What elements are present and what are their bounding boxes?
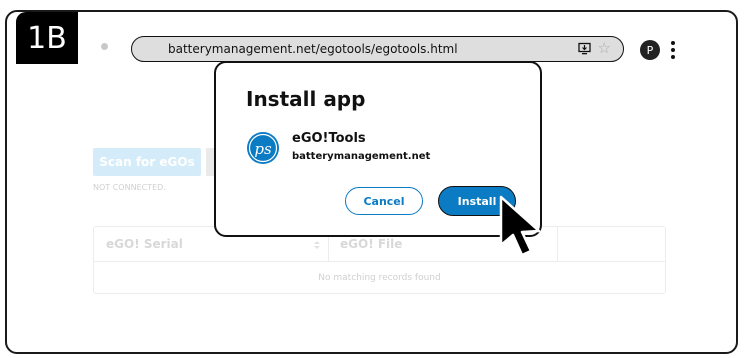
install-app-icon[interactable]: [578, 42, 591, 55]
scan-for-egos-button[interactable]: Scan for eGOs: [93, 148, 201, 176]
kebab-menu-icon[interactable]: [670, 40, 676, 60]
dialog-title: Install app: [246, 87, 366, 111]
app-logo-icon: ps: [247, 132, 279, 164]
cancel-button[interactable]: Cancel: [345, 187, 423, 215]
bookmark-star-icon[interactable]: ☆: [598, 39, 611, 57]
connection-status: NOT CONNECTED.: [93, 183, 166, 192]
profile-avatar[interactable]: P: [640, 40, 660, 60]
app-name: eGO!Tools: [292, 131, 366, 146]
empty-table-message: No matching records found: [318, 273, 441, 283]
column-divider: [557, 227, 558, 261]
url-text[interactable]: batterymanagement.net/egotools/egotools.…: [168, 42, 458, 56]
tab-indicator-dot: [101, 43, 108, 50]
address-bar[interactable]: batterymanagement.net/egotools/egotools.…: [131, 36, 624, 62]
app-domain: batterymanagement.net: [292, 151, 431, 162]
install-app-dialog: Install app ps eGO!Tools batterymanageme…: [214, 61, 542, 237]
mouse-pointer-icon: [499, 195, 541, 257]
sort-icon[interactable]: [314, 241, 320, 249]
column-header-file[interactable]: eGO! File: [340, 237, 402, 251]
step-badge: 1B: [16, 12, 78, 64]
column-header-serial[interactable]: eGO! Serial: [106, 237, 183, 251]
svg-text:ps: ps: [254, 140, 272, 158]
header-divider: [94, 261, 665, 262]
